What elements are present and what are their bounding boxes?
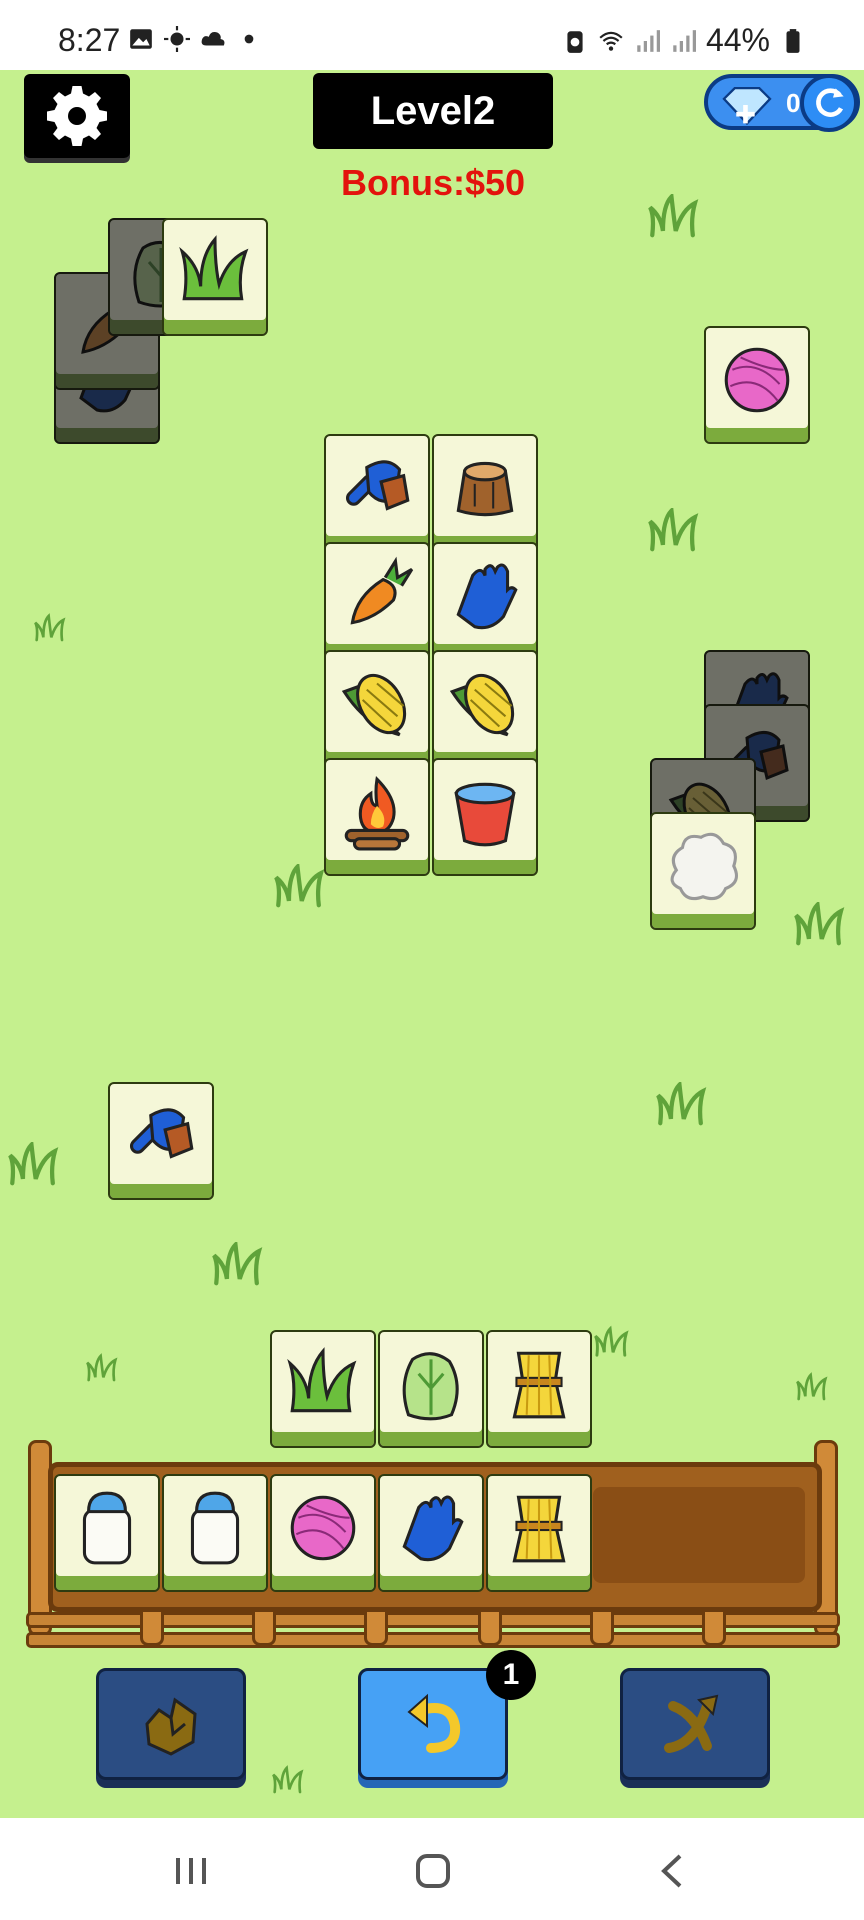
- grass-tuft-icon: [594, 1320, 638, 1364]
- refresh-button[interactable]: [800, 74, 858, 132]
- corn-icon: [336, 663, 418, 745]
- tile-remove-icon: [145, 1697, 197, 1756]
- remove-tiles-button[interactable]: [96, 1668, 246, 1780]
- yarn-ball-icon: [282, 1487, 364, 1569]
- grass-icon: [174, 231, 256, 313]
- grass-tuft-icon: [8, 1142, 72, 1186]
- tray-slot: [270, 1474, 376, 1592]
- water-bucket-icon: [444, 771, 526, 853]
- back-icon[interactable]: [650, 1848, 696, 1894]
- glove-icon: [444, 555, 526, 637]
- signal-icon: [637, 29, 660, 52]
- refresh-icon: [809, 83, 849, 123]
- tray-empty-slots: [593, 1487, 805, 1583]
- board-tile[interactable]: [432, 758, 538, 876]
- home-icon[interactable]: [410, 1848, 456, 1894]
- battery-saver-icon: [567, 30, 583, 53]
- grass-tuft-icon: [86, 1340, 126, 1396]
- shuffle-button[interactable]: [620, 1668, 770, 1780]
- wheat-icon: [498, 1343, 580, 1425]
- grass-tuft-icon: [272, 1752, 312, 1808]
- bonus-label: Bonus:$50: [340, 162, 526, 203]
- milk-jar-icon: [66, 1487, 148, 1569]
- board-tile[interactable]: [324, 542, 430, 660]
- grass-tuft-icon: [796, 1360, 836, 1414]
- undo-icon: [407, 1693, 461, 1753]
- grass-tuft-icon: [34, 598, 74, 658]
- yarn-ball-icon: [716, 339, 798, 421]
- board-tile[interactable]: [324, 434, 430, 552]
- board-tile[interactable]: [432, 434, 538, 552]
- carrot-icon: [336, 555, 418, 637]
- grass-tuft-icon: [212, 1242, 276, 1286]
- cloud-icon: [201, 31, 225, 46]
- tray-slot: [54, 1474, 160, 1592]
- grass-icon: [282, 1343, 364, 1425]
- image-icon: [130, 29, 152, 49]
- system-nav-bar: [0, 1818, 864, 1920]
- board-tile[interactable]: [162, 218, 268, 336]
- board-tile[interactable]: [432, 650, 538, 768]
- board-tile[interactable]: [432, 542, 538, 660]
- settings-button[interactable]: [24, 74, 130, 158]
- recent-apps-icon[interactable]: [168, 1848, 214, 1894]
- grass-tuft-icon: [794, 902, 858, 946]
- board-tile[interactable]: [324, 650, 430, 768]
- wool-icon: [662, 825, 744, 907]
- grass-tuft-icon: [656, 1082, 720, 1126]
- board-tile[interactable]: [650, 812, 756, 930]
- dot-icon: [244, 34, 254, 44]
- signal-icon: [673, 29, 696, 52]
- grass-tuft-icon: [648, 194, 712, 238]
- milk-jar-icon: [174, 1487, 256, 1569]
- glove-icon: [390, 1487, 472, 1569]
- battery-percent: 44%: [705, 22, 770, 58]
- board-tile[interactable]: [108, 1082, 214, 1200]
- undo-button[interactable]: [358, 1668, 508, 1780]
- board-tile[interactable]: [486, 1330, 592, 1448]
- tray-slot: [486, 1474, 592, 1592]
- tree-stump-icon: [444, 447, 526, 529]
- gear-icon: [47, 86, 107, 146]
- tray-slot: [162, 1474, 268, 1592]
- gem-plus-icon: [716, 82, 778, 128]
- wheat-icon: [498, 1487, 580, 1569]
- board-tile[interactable]: [704, 326, 810, 444]
- campfire-icon: [336, 771, 418, 853]
- battery-icon: [786, 28, 800, 53]
- lettuce-icon: [390, 1343, 472, 1425]
- status-bar: 8:27 44%: [0, 0, 864, 70]
- sun-icon: [164, 26, 190, 52]
- brush-icon: [336, 447, 418, 529]
- board-tile[interactable]: [378, 1330, 484, 1448]
- undo-count-badge: 1: [486, 1650, 536, 1700]
- corn-icon: [444, 663, 526, 745]
- shuffle-icon: [664, 1694, 719, 1753]
- board-tile[interactable]: [324, 758, 430, 876]
- grass-tuft-icon: [648, 508, 712, 552]
- level-title: Level2: [313, 73, 553, 149]
- tray-slot: [378, 1474, 484, 1592]
- gem-counter[interactable]: 0: [704, 74, 860, 132]
- status-time: 8:27: [58, 22, 121, 58]
- gem-count: 0: [786, 88, 801, 118]
- board-tile[interactable]: [270, 1330, 376, 1448]
- wifi-icon: [599, 31, 623, 51]
- brush-icon: [120, 1095, 202, 1177]
